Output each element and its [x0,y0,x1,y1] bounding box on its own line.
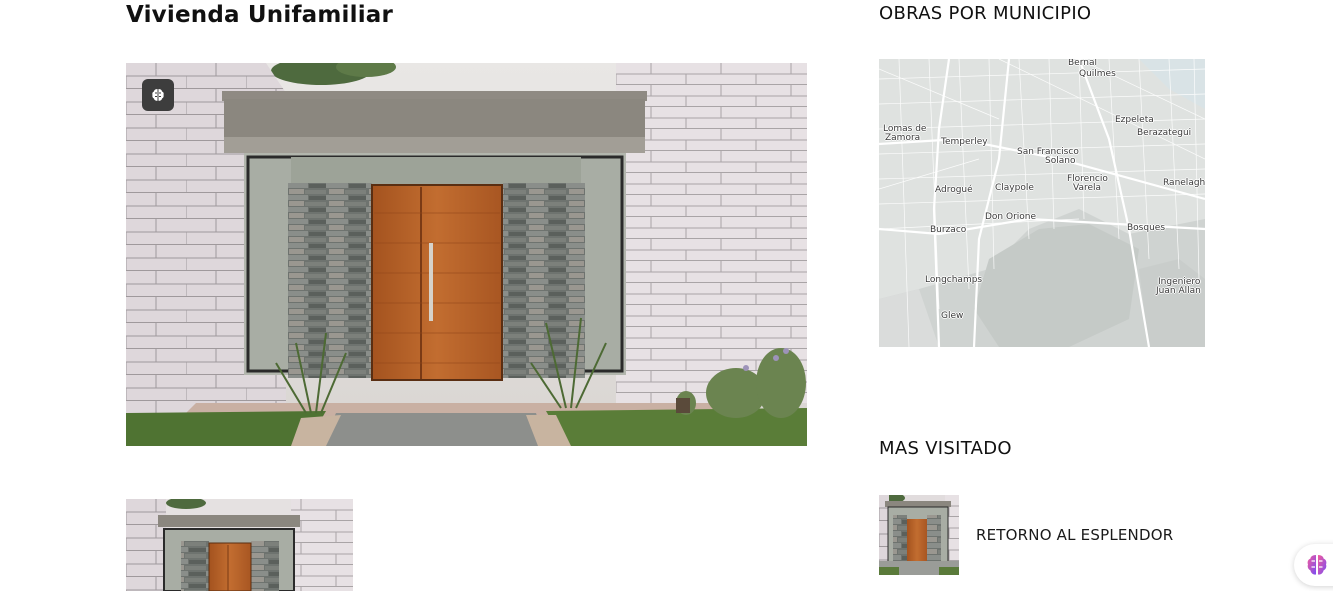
map-label-varela: Varela [1073,183,1102,193]
map-label-solano: Solano [1045,156,1076,166]
gallery-thumbnail[interactable] [126,499,353,591]
page-title: Vivienda Unifamiliar [126,2,394,28]
map-label-burzaco: Burzaco [930,225,967,235]
map-label-zamora: Zamora [885,133,921,143]
map-label-juanallan: Juan Allan [1156,286,1201,296]
map-label-bernal: Bernal [1068,59,1097,68]
brain-icon [1307,555,1327,575]
hero-image[interactable] [126,63,807,446]
map-label-claypole: Claypole [995,183,1034,193]
map-base [879,59,1205,347]
house-entrance-thumbnail-image [126,499,353,591]
map-label-glew: Glew [941,311,964,321]
most-visited-item-label: RETORNO AL ESPLENDOR [976,526,1174,544]
most-visited-thumbnail [879,495,959,575]
most-visited-item[interactable]: RETORNO AL ESPLENDOR [879,495,1209,575]
floating-assistant-button[interactable] [1294,544,1333,586]
map-label-donorione: Don Orione [985,212,1037,222]
map-label-adrogue: Adrogué [935,185,973,195]
map-label-ranelagh: Ranelagh [1163,178,1205,188]
map-label-temperley: Temperley [941,137,988,147]
house-entrance-photo [126,63,807,446]
most-visited-title: MAS VISITADO [879,438,1012,459]
map-label-longchamps: Longchamps [925,275,983,285]
map-label-ezpeleta: Ezpeleta [1115,115,1154,125]
map-section-title: OBRAS POR MUNICIPIO [879,3,1092,24]
municipality-map[interactable]: Bernal Quilmes Lomas de Zamora Temperley… [879,59,1205,347]
map-label-bosques: Bosques [1127,223,1166,233]
ai-assist-button[interactable] [142,79,174,111]
brain-icon [152,89,164,101]
map-label-berazategui: Berazategui [1137,128,1192,138]
map-label-quilmes: Quilmes [1079,69,1116,79]
